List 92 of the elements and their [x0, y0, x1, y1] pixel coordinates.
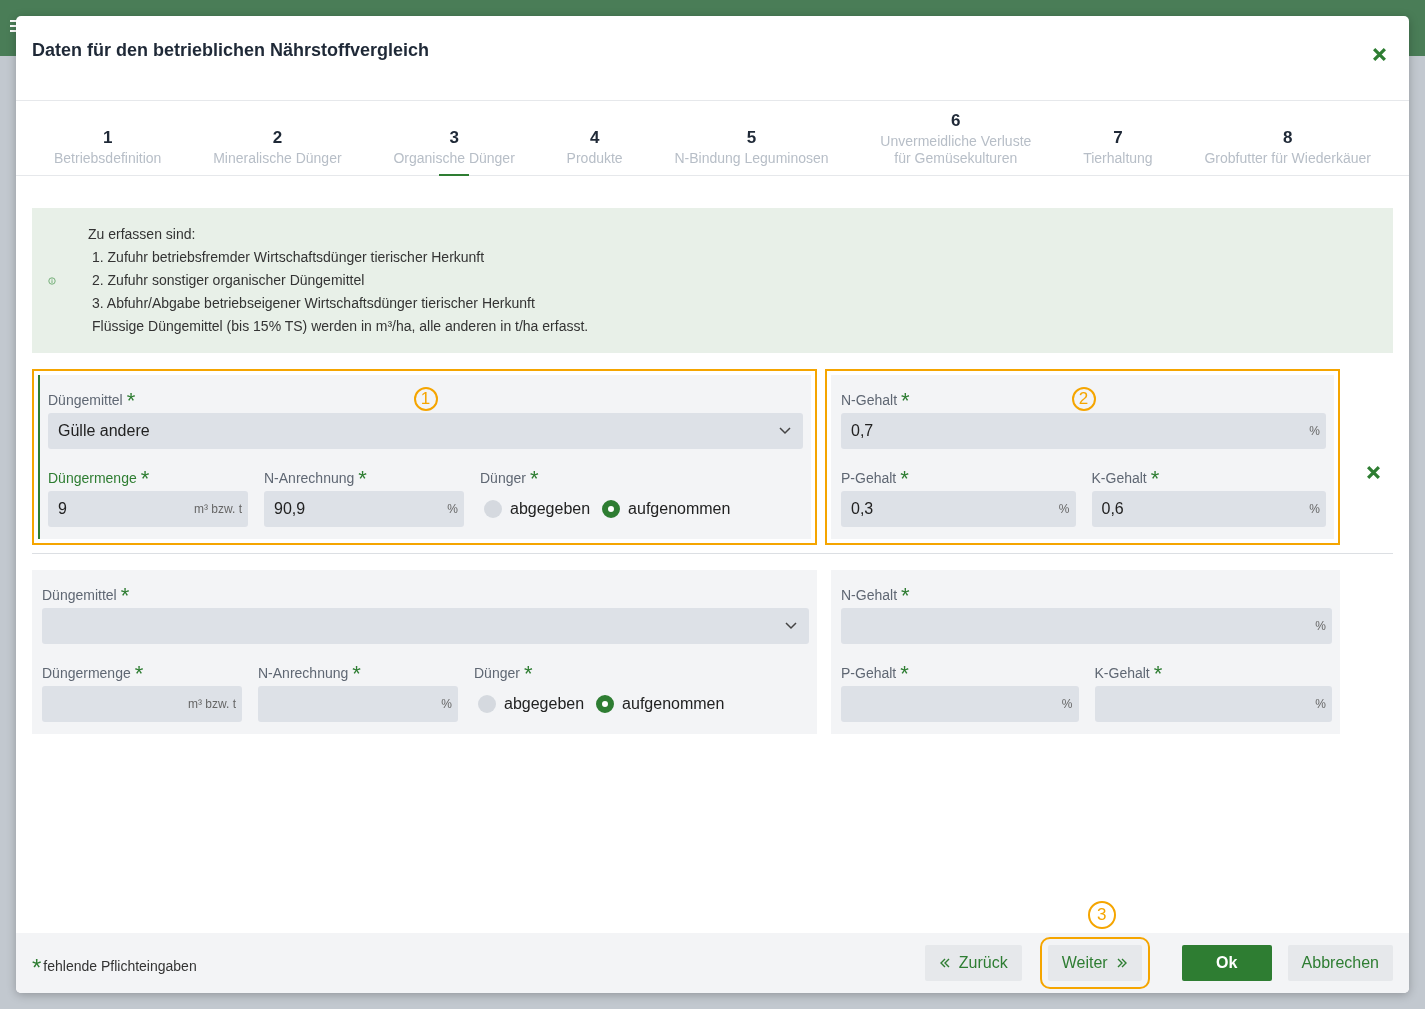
required-asterisk: * [529, 468, 539, 490]
dropdown-field[interactable] [42, 608, 809, 644]
input-field[interactable]: m³ bzw. t [42, 686, 242, 722]
step-tab[interactable]: 4 Produkte [566, 109, 623, 175]
unit-label: % [447, 502, 458, 516]
field-label: P-Gehalt [841, 470, 897, 486]
double-chevron-right-icon [1115, 958, 1128, 968]
back-button[interactable]: Zurück [924, 945, 1022, 981]
input-field[interactable]: 0,7 % [841, 413, 1326, 449]
required-asterisk: * [1150, 468, 1160, 490]
required-asterisk: * [901, 390, 910, 412]
input-field[interactable]: 9 m³ bzw. t [48, 491, 248, 527]
field-label: Düngermenge [48, 470, 137, 486]
unit-label: % [441, 697, 452, 711]
field-label: Dünger [474, 665, 520, 681]
step-tab[interactable]: 8 Grobfutter für Wiederkäuer [1204, 109, 1371, 175]
unit-label: % [1309, 502, 1320, 516]
radio-button[interactable] [602, 500, 621, 518]
radio-label: abgegeben [510, 500, 591, 518]
input-field[interactable]: 90,9 % [264, 491, 464, 527]
info-text: 1. Zufuhr betriebsfremder Wirtschaftsdünger tierischer Herkunft [91, 248, 486, 267]
required-asterisk: * [523, 663, 533, 685]
field-label: K-Gehalt [1091, 470, 1147, 486]
callout-number: 1 [413, 387, 438, 411]
radio-button[interactable] [478, 695, 496, 713]
unit-label: % [1058, 502, 1070, 516]
input-field[interactable]: % [841, 608, 1332, 644]
field-label: K-Gehalt [1094, 665, 1150, 681]
required-asterisk: * [126, 390, 136, 412]
step-tab[interactable]: 3 Organische Dünger [393, 109, 515, 175]
info-text: Flüssige Düngemittel (bis 15% TS) werden in m³/ha, alle anderen in t/ha erfasst. [91, 317, 589, 336]
dialog-title: Daten für den betrieblichen Nährstoffvergleich [32, 40, 430, 61]
required-asterisk: * [352, 663, 361, 685]
step-tab[interactable]: 5 N-Bindung Leguminosen [674, 109, 829, 175]
required-asterisk: * [32, 956, 42, 980]
unit-label: m³ bzw. t [188, 697, 236, 711]
input-field[interactable]: % [1094, 686, 1332, 722]
info-text: Zu erfassen sind: [88, 225, 197, 244]
input-field[interactable]: % [841, 686, 1079, 722]
radio-option[interactable]: abgegeben [484, 500, 591, 518]
radio-button[interactable] [596, 695, 615, 713]
required-asterisk: * [901, 585, 910, 607]
radio-button[interactable] [484, 500, 502, 518]
required-asterisk: * [1153, 663, 1163, 685]
step-tab[interactable]: 2 Mineralische Dünger [213, 109, 342, 175]
step-tab[interactable]: 7 Tierhaltung [1083, 109, 1153, 175]
info-text: 2. Zufuhr sonstiger organischer Düngemittel [91, 271, 366, 290]
input-field[interactable]: % [258, 686, 458, 722]
required-asterisk: * [120, 585, 130, 607]
field-label: N-Gehalt [841, 587, 898, 603]
step-tab[interactable]: 6 Unvermeidliche Verluste für Gemüsekulturen [880, 109, 1032, 175]
chevron-down-icon [785, 622, 797, 630]
callout-number: 2 [1071, 387, 1096, 411]
step-tab[interactable]: 1 Betriebsdefinition [54, 109, 162, 175]
callout-number: 3 [1087, 901, 1116, 929]
dropdown-field[interactable]: Gülle andere [48, 413, 803, 449]
ok-button[interactable]: Ok [1181, 945, 1272, 981]
field-label: N-Anrechnung [264, 470, 355, 486]
chevron-down-icon [779, 427, 791, 435]
field-label: Düngemittel [42, 587, 117, 603]
required-asterisk: * [358, 468, 367, 490]
unit-label: % [1315, 619, 1326, 633]
required-asterisk: * [900, 468, 909, 490]
required-asterisk: * [134, 663, 144, 685]
field-label: Düngemittel [48, 392, 123, 408]
unit-label: % [1315, 697, 1326, 711]
field-label: P-Gehalt [841, 665, 897, 681]
radio-option[interactable]: aufgenommen [602, 500, 731, 518]
info-icon [48, 276, 56, 285]
required-asterisk: * [900, 663, 909, 685]
unit-label: % [1309, 424, 1320, 438]
unit-label: m³ bzw. t [194, 502, 242, 516]
radio-label: aufgenommen [628, 500, 731, 518]
close-icon[interactable] [1372, 47, 1387, 62]
input-field[interactable]: 0,3 % [841, 491, 1076, 527]
required-asterisk: * [140, 468, 150, 490]
info-text: 3. Abfuhr/Abgabe betriebseigener Wirtschaftsdünger tierischer Herkunft [91, 294, 536, 313]
next-button[interactable]: Weiter [1047, 945, 1142, 981]
input-field[interactable]: 0,6 % [1091, 491, 1326, 527]
legend-text: fehlende Pflichteingaben [43, 958, 197, 974]
radio-option[interactable]: aufgenommen [596, 695, 725, 713]
field-label: N-Anrechnung [258, 665, 349, 681]
field-label: Düngermenge [42, 665, 131, 681]
field-label: N-Gehalt [841, 392, 898, 408]
remove-icon[interactable] [1366, 465, 1381, 480]
radio-label: aufgenommen [622, 695, 725, 713]
cancel-button[interactable]: Abbrechen [1287, 945, 1393, 981]
double-chevron-left-icon [938, 958, 951, 968]
radio-label: abgegeben [504, 695, 585, 713]
radio-option[interactable]: abgegeben [478, 695, 585, 713]
field-label: Dünger [480, 470, 526, 486]
unit-label: % [1061, 697, 1073, 711]
